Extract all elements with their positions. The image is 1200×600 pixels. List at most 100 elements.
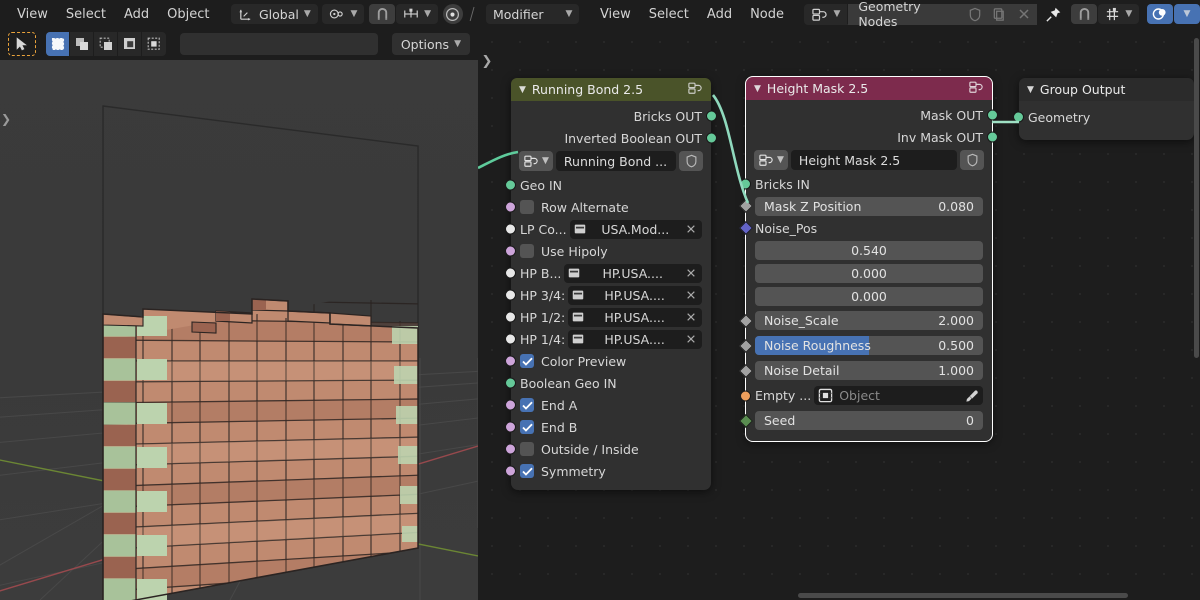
input-noise-detail[interactable]: Noise Detail 1.000 <box>738 358 992 383</box>
object-field[interactable]: Object <box>814 386 983 405</box>
checkbox[interactable] <box>520 464 534 478</box>
socket-object[interactable] <box>740 390 751 401</box>
menu-add[interactable]: Add <box>115 4 158 25</box>
nodetree-selector[interactable]: ▼ Geometry Nodes <box>804 0 1038 29</box>
input-hp-brick[interactable]: HP B... HP.USA.... <box>505 262 711 284</box>
tweak-tool-button[interactable] <box>8 32 36 56</box>
select-mode-extend-button[interactable] <box>70 32 94 56</box>
node-snap-button[interactable] <box>1071 4 1098 24</box>
socket-boolean[interactable] <box>505 421 516 433</box>
input-hp-three-quarter[interactable]: HP 3/4: HP.USA.... <box>505 284 711 306</box>
checkbox[interactable] <box>520 420 534 434</box>
input-boolean-geo-in[interactable]: Boolean Geo IN <box>505 372 711 394</box>
socket-geometry[interactable] <box>987 109 998 121</box>
node-menu-node[interactable]: Node <box>741 4 793 25</box>
menu-object[interactable]: Object <box>158 4 218 25</box>
input-seed[interactable]: Seed 0 <box>738 408 992 433</box>
vector-component-field[interactable]: 0.000 <box>755 264 983 283</box>
input-mask-z-position[interactable]: Mask Z Position 0.080 <box>738 195 992 217</box>
select-mode-intersect-button[interactable] <box>142 32 166 56</box>
id-block-field[interactable]: HP.USA.... <box>568 329 702 349</box>
socket-geometry[interactable] <box>740 178 751 190</box>
checkbox[interactable] <box>520 244 534 258</box>
select-mode-invert-button[interactable] <box>118 32 142 56</box>
socket-geometry[interactable] <box>706 132 717 144</box>
socket-geometry[interactable] <box>987 131 998 143</box>
output-mask-out[interactable]: Mask OUT <box>746 104 998 126</box>
checkbox[interactable] <box>520 398 534 412</box>
input-color-preview[interactable]: Color Preview <box>505 350 711 372</box>
input-noise-roughness[interactable]: Noise Roughness 0.500 <box>738 333 992 358</box>
socket-geometry[interactable] <box>505 179 516 191</box>
id-block-field[interactable]: USA.Mod... <box>569 219 702 239</box>
proportional-editing-button[interactable] <box>442 4 464 24</box>
socket-material[interactable] <box>505 223 516 235</box>
socket-material[interactable] <box>505 289 516 301</box>
node-header[interactable]: ▼ Running Bond 2.5 <box>511 78 711 101</box>
input-bricks-in[interactable]: Bricks IN <box>740 173 992 195</box>
vector-component-field[interactable]: 0.540 <box>755 241 983 260</box>
pivot-point-dropdown[interactable]: ▼ <box>322 4 365 24</box>
browse-nodegroup-button[interactable]: ▼ <box>754 150 788 170</box>
menu-view[interactable]: View <box>8 4 57 25</box>
checkbox[interactable] <box>520 200 534 214</box>
x-icon[interactable] <box>684 288 698 303</box>
menu-select[interactable]: Select <box>57 4 115 25</box>
node-editor-vertical-scrollbar[interactable] <box>1194 38 1199 358</box>
socket-boolean[interactable] <box>505 355 516 367</box>
input-noise-pos-z[interactable]: 0.000 <box>746 285 992 308</box>
nodegroup-name-widget[interactable]: ▼ Running Bond ... <box>519 151 703 171</box>
node-height-mask[interactable]: ▼ Height Mask 2.5 Mask OUT Inv Mask OUT <box>738 76 998 442</box>
node-menu-add[interactable]: Add <box>698 4 741 25</box>
x-icon[interactable] <box>684 310 698 325</box>
socket-geometry[interactable] <box>706 110 717 122</box>
node-editor-sidebar-toggle[interactable]: ❯ <box>480 50 494 72</box>
id-block-field[interactable]: HP.USA.... <box>568 285 702 305</box>
fake-user-button[interactable] <box>960 150 984 170</box>
input-symmetry[interactable]: Symmetry <box>505 460 711 482</box>
input-end-a[interactable]: End A <box>505 394 711 416</box>
socket-material[interactable] <box>505 311 516 323</box>
input-end-b[interactable]: End B <box>505 416 711 438</box>
output-inverted-boolean-out[interactable]: Inverted Boolean OUT <box>511 127 717 149</box>
value-field[interactable]: Noise Detail 1.000 <box>755 361 983 380</box>
socket-boolean[interactable] <box>505 399 516 411</box>
socket-boolean[interactable] <box>505 201 516 213</box>
input-empty-object[interactable]: Empty ... Object <box>740 383 992 408</box>
x-icon[interactable] <box>684 222 698 237</box>
pin-button[interactable] <box>1045 6 1062 23</box>
3d-viewport[interactable]: ❯ <box>0 28 478 600</box>
input-lp-collection[interactable]: LP Co... USA.Mod... <box>505 218 711 240</box>
nodegroup-name-field[interactable]: Running Bond ... <box>555 151 676 171</box>
value-field[interactable]: Noise_Scale 2.000 <box>755 311 983 330</box>
input-hp-half[interactable]: HP 1/2: HP.USA.... <box>505 306 711 328</box>
x-icon[interactable] <box>684 332 698 347</box>
id-block-field[interactable]: HP.USA.... <box>564 263 702 283</box>
socket-material[interactable] <box>505 333 516 345</box>
socket-boolean[interactable] <box>505 465 516 477</box>
socket-material[interactable] <box>505 267 516 279</box>
node-running-bond[interactable]: ▼ Running Bond 2.5 Bricks OUT Inverted B… <box>505 78 717 490</box>
transform-orientation-dropdown[interactable]: Global ▼ <box>231 4 318 24</box>
chevron-down-icon[interactable]: ▼ <box>519 85 526 95</box>
select-mode-subtract-button[interactable] <box>94 32 118 56</box>
output-bricks-out[interactable]: Bricks OUT <box>511 105 717 127</box>
overlays-toggle-button[interactable] <box>1147 4 1173 24</box>
fake-user-button[interactable] <box>679 151 703 171</box>
value-field[interactable]: Mask Z Position 0.080 <box>755 196 983 216</box>
select-mode-set-button[interactable] <box>46 32 70 56</box>
node-menu-select[interactable]: Select <box>640 4 698 25</box>
id-block-field[interactable]: HP.USA.... <box>568 307 702 327</box>
snap-toggle-button[interactable] <box>369 4 396 24</box>
input-noise-scale[interactable]: Noise_Scale 2.000 <box>738 308 992 333</box>
viewport-sidebar-toggle[interactable]: ❯ <box>0 108 12 130</box>
input-hp-quarter[interactable]: HP 1/4: HP.USA.... <box>505 328 711 350</box>
modifier-dropdown[interactable]: Modifier ▼ <box>486 4 580 24</box>
brick-wall-object[interactable] <box>0 28 478 600</box>
input-noise-pos[interactable]: Noise_Pos <box>738 217 992 239</box>
input-row-alternate[interactable]: Row Alternate <box>505 196 711 218</box>
node-snap-mode-dropdown[interactable]: ▼ <box>1098 4 1140 24</box>
nodegroup-name-field[interactable]: Height Mask 2.5 <box>790 150 957 170</box>
input-outside-inside[interactable]: Outside / Inside <box>505 438 711 460</box>
node-menu-view[interactable]: View <box>591 4 640 25</box>
